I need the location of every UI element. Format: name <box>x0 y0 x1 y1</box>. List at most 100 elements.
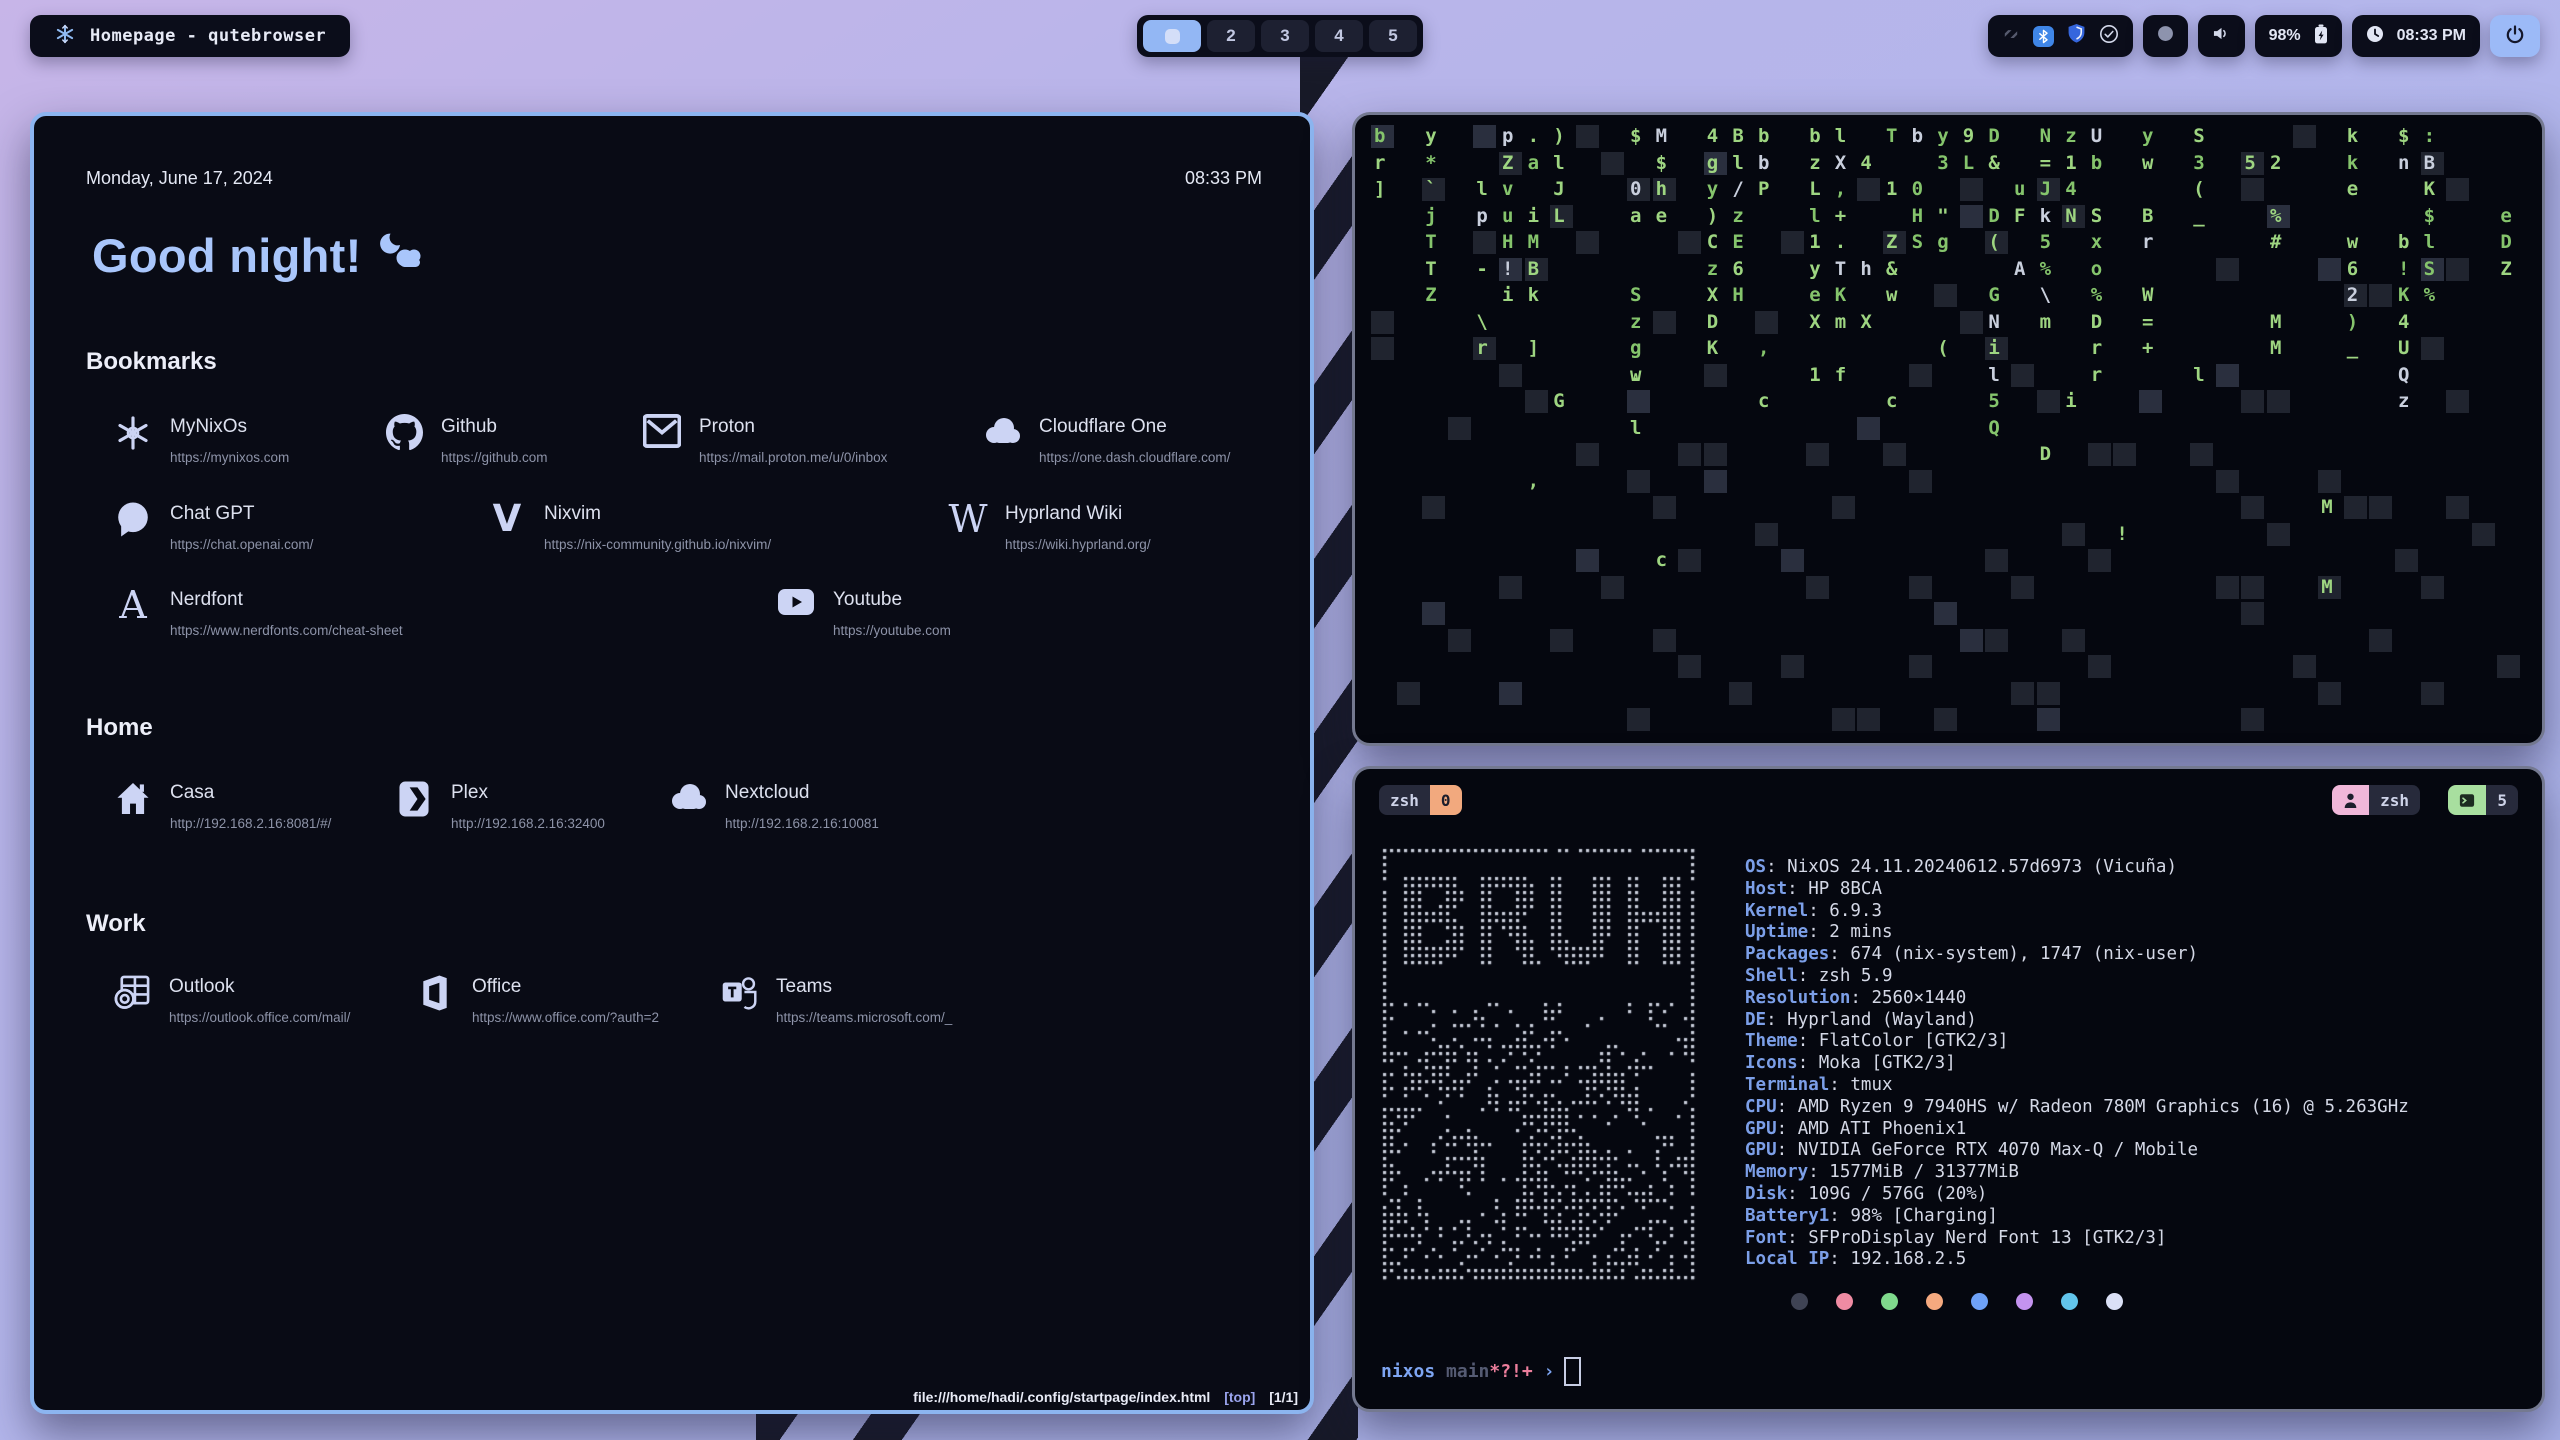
tmux-window-count: 5 <box>2448 785 2518 815</box>
fetch-line: Resolution2560×1440 <box>1745 988 2409 1010</box>
fetch-terminal-window[interactable]: zsh 0 zsh 5 OSNixOS 24.11.20240612 <box>1352 766 2545 1412</box>
record-pill[interactable] <box>2143 15 2188 57</box>
matrix-glyph: & <box>1988 152 1999 174</box>
volume-pill[interactable] <box>2198 15 2245 57</box>
bookmark-nerdfont[interactable]: A Nerdfonthttps://www.nerdfonts.com/chea… <box>113 587 403 638</box>
bookmark-chat-gpt[interactable]: Chat GPThttps://chat.openai.com/ <box>113 501 313 552</box>
matrix-glyph: D <box>1707 311 1718 333</box>
matrix-glyph: b <box>1374 125 1385 147</box>
terminal-icon <box>2448 785 2486 815</box>
matrix-glyph: ! <box>2116 523 2127 545</box>
qutebrowser-window[interactable]: Monday, June 17, 2024 08:33 PM Good nigh… <box>30 112 1314 1414</box>
workspace-4[interactable]: 4 <box>1315 20 1363 52</box>
background-square <box>1499 682 1522 705</box>
bookmark-teams[interactable]: Teamshttps://teams.microsoft.com/_ <box>719 974 952 1025</box>
matrix-glyph: x <box>2091 231 2102 253</box>
tmux-window-tab[interactable]: zsh 0 <box>1379 785 1462 815</box>
house-icon <box>113 780 153 817</box>
matrix-glyph: 5 <box>2040 231 2051 253</box>
matrix-glyph: _ <box>2193 205 2204 227</box>
matrix-glyph: D <box>1988 125 1999 147</box>
workspace-2[interactable]: 2 <box>1207 20 1255 52</box>
bookmark-proton[interactable]: Protonhttps://mail.proton.me/u/0/inbox <box>642 414 887 465</box>
matrix-glyph: C <box>1707 231 1718 253</box>
workspace-3[interactable]: 3 <box>1261 20 1309 52</box>
bookmark-mynixos[interactable]: MyNixOshttps://mynixos.com <box>113 414 289 465</box>
matrix-terminal-window[interactable]: br]y*`jTTZlp-\rpZvuH!i.aiMBk])lJL$0aSzgw… <box>1352 112 2545 746</box>
matrix-glyph: i <box>2065 390 2076 412</box>
bluetooth-icon[interactable] <box>2033 26 2054 47</box>
matrix-glyph: G <box>1553 390 1564 412</box>
background-square <box>1576 443 1599 466</box>
matrix-glyph: 3 <box>1937 152 1948 174</box>
bookmark-plex[interactable]: Plexhttp://192.168.2.16:32400 <box>394 780 605 831</box>
power-button[interactable] <box>2490 15 2540 57</box>
clock-icon <box>2366 25 2384 48</box>
fetch-line: ThemeFlatColor [GTK2/3] <box>1745 1031 2409 1053</box>
background-square <box>1909 576 1932 599</box>
bookmark-office[interactable]: Officehttps://www.office.com/?auth=2 <box>415 974 659 1025</box>
background-square <box>1883 443 1906 466</box>
check-circle-icon[interactable] <box>2099 24 2119 49</box>
workspace-5[interactable]: 5 <box>1369 20 1417 52</box>
bookmark-nixvim[interactable]: V Nixvimhttps://nix-community.github.io/… <box>487 501 771 552</box>
matrix-glyph: $ <box>2424 205 2435 227</box>
bookmark-cloudflare-one[interactable]: Cloudflare Onehttps://one.dash.cloudflar… <box>982 414 1230 465</box>
fetch-line: Shellzsh 5.9 <box>1745 966 2409 988</box>
background-square <box>2369 629 2392 652</box>
background-square <box>2446 390 2469 413</box>
background-square <box>2062 629 2085 652</box>
matrix-glyph: K <box>1707 337 1718 359</box>
matrix-glyph: N <box>2065 205 2076 227</box>
matrix-glyph: j <box>1425 205 1436 227</box>
terminal-color-palette <box>1791 1293 2123 1310</box>
background-square <box>2088 655 2111 678</box>
vim-v-icon: V <box>487 501 527 537</box>
sync-icon[interactable] <box>2002 25 2020 48</box>
background-square <box>2062 523 2085 546</box>
matrix-glyph: ) <box>2347 311 2358 333</box>
startpage-date: Monday, June 17, 2024 <box>86 168 273 189</box>
matrix-glyph: \ <box>2040 284 2051 306</box>
matrix-glyph: Z <box>1886 231 1897 253</box>
matrix-glyph: r <box>2091 337 2102 359</box>
bookmark-outlook[interactable]: Outlookhttps://outlook.office.com/mail/ <box>112 974 350 1025</box>
matrix-glyph: b <box>1758 152 1769 174</box>
matrix-glyph: L <box>1553 205 1564 227</box>
clock-pill[interactable]: 08:33 PM <box>2352 15 2480 57</box>
active-window-title-pill[interactable]: Homepage - qutebrowser <box>30 15 350 57</box>
bookmark-youtube[interactable]: Youtubehttps://youtube.com <box>776 587 951 638</box>
fetch-info-block: OSNixOS 24.11.20240612.57d6973 (Vicuña) … <box>1745 857 2409 1271</box>
background-square <box>1832 496 1855 519</box>
speaker-icon <box>2212 25 2231 47</box>
shell-prompt[interactable]: nixos main*?!+ › <box>1381 1357 1581 1386</box>
matrix-glyph: : <box>2424 125 2435 147</box>
matrix-glyph: y <box>1425 125 1436 147</box>
matrix-glyph: b <box>1809 125 1820 147</box>
background-square <box>1857 417 1880 440</box>
background-square <box>1678 655 1701 678</box>
fetch-line: Local IP192.168.2.5 <box>1745 1249 2409 1271</box>
palette-dot-3 <box>1926 1293 1943 1310</box>
matrix-glyph: K <box>2398 284 2409 306</box>
qutebrowser-statusbar: file:///home/hadi/.config/startpage/inde… <box>913 1389 1298 1405</box>
matrix-glyph: , <box>1835 178 1846 200</box>
workspace-1-active[interactable] <box>1143 20 1201 52</box>
bookmark-hyprland-wiki[interactable]: W Hyprland Wikihttps://wiki.hyprland.org… <box>948 501 1151 552</box>
section-title-home: Home <box>86 714 153 742</box>
matrix-glyph: 0 <box>1912 178 1923 200</box>
bookmark-nextcloud[interactable]: Nextcloudhttp://192.168.2.16:10081 <box>668 780 879 831</box>
matrix-glyph: H <box>1502 231 1513 253</box>
matrix-glyph: M <box>1656 125 1667 147</box>
matrix-glyph: l <box>1835 125 1846 147</box>
matrix-glyph: ` <box>1425 178 1436 200</box>
battery-pill: 98% <box>2255 15 2342 57</box>
matrix-glyph: " <box>1937 205 1948 227</box>
bookmark-github[interactable]: Githubhttps://github.com <box>384 414 548 465</box>
bookmark-casa[interactable]: Casahttp://192.168.2.16:8081/#/ <box>113 780 331 831</box>
matrix-glyph: D <box>2091 311 2102 333</box>
background-square <box>2369 496 2392 519</box>
shield-icon[interactable] <box>2067 23 2086 49</box>
power-icon <box>2505 24 2525 49</box>
background-square <box>1678 443 1701 466</box>
